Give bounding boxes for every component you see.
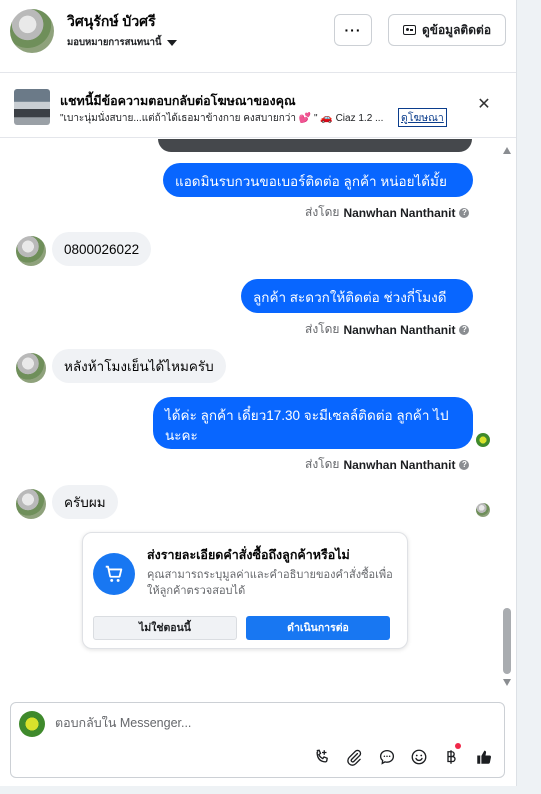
ad-banner-title: แชทนี้มีข้อความตอบกลับต่อโฆษณาของคุณ bbox=[60, 94, 296, 108]
info-icon[interactable]: ? bbox=[459, 459, 470, 470]
saved-reply-icon[interactable] bbox=[377, 747, 397, 767]
caret-down-icon bbox=[166, 39, 177, 46]
sender-name: Nanwhan Nanthanit bbox=[343, 205, 456, 220]
ad-thumbnail bbox=[14, 89, 50, 125]
right-side-pane bbox=[516, 0, 541, 794]
sent-by-prefix: ส่งโดย bbox=[305, 322, 340, 336]
notification-dot bbox=[455, 743, 461, 749]
shared-image-message[interactable] bbox=[158, 139, 472, 152]
ad-banner-snippet: "เบาะนุ่มนั่งสบาย...แต่ถ้าได้เธอมาข้างกา… bbox=[60, 113, 384, 124]
sent-by-prefix: ส่งโดย bbox=[305, 205, 340, 219]
more-options-button[interactable]: ··· bbox=[334, 14, 372, 46]
more-icon: ··· bbox=[344, 22, 362, 38]
contact-avatar[interactable] bbox=[10, 9, 54, 53]
view-contact-info-button[interactable]: ดูข้อมูลติดต่อ bbox=[388, 14, 506, 46]
reply-input[interactable] bbox=[55, 716, 475, 730]
close-icon: ✕ bbox=[477, 96, 491, 113]
message-composer bbox=[10, 702, 505, 778]
bottom-edge bbox=[0, 786, 541, 794]
scrollbar-thumb[interactable] bbox=[503, 608, 511, 674]
contact-name[interactable]: วิศนุรักษ์ บัวศรี bbox=[67, 11, 156, 33]
call-icon[interactable] bbox=[312, 747, 332, 767]
cart-icon bbox=[93, 553, 135, 595]
contact-avatar-small bbox=[16, 353, 46, 383]
contact-card-icon bbox=[402, 25, 416, 35]
like-icon[interactable] bbox=[474, 747, 494, 767]
view-contact-info-label: ดูข้อมูลติดต่อ bbox=[421, 22, 492, 37]
assign-label: มอบหมายการสนทนานี้ bbox=[67, 37, 162, 48]
not-now-button[interactable]: ไม่ใช่ตอนนี้ bbox=[93, 616, 237, 640]
emoji-icon[interactable] bbox=[409, 747, 429, 767]
scroll-up-arrow[interactable] bbox=[503, 147, 511, 154]
contact-seen-avatar bbox=[476, 503, 490, 517]
view-ad-link[interactable]: ดูโฆษณา bbox=[398, 108, 447, 127]
baht-payment-icon[interactable] bbox=[441, 743, 461, 767]
attachment-icon[interactable] bbox=[344, 747, 364, 767]
scroll-down-arrow[interactable] bbox=[503, 679, 511, 686]
incoming-message[interactable]: หลังห้าโมงเย็นได้ไหมครับ bbox=[52, 349, 226, 383]
incoming-message[interactable]: ครับผม bbox=[52, 485, 118, 519]
sender-name: Nanwhan Nanthanit bbox=[343, 457, 456, 472]
page-avatar bbox=[19, 711, 45, 737]
close-banner-button[interactable]: ✕ bbox=[475, 96, 493, 114]
contact-avatar-small bbox=[16, 489, 46, 519]
outgoing-message[interactable]: แอดมินรบกวนขอเบอร์ติดต่อ ลูกค้า หน่อยได้… bbox=[163, 163, 473, 209]
sent-by-prefix: ส่งโดย bbox=[305, 457, 340, 471]
outgoing-message[interactable]: ลูกค้า สะดวกให้ติดต่อ ช่วงกี่โมงดีคะ bbox=[241, 279, 473, 325]
info-icon[interactable]: ? bbox=[459, 324, 470, 335]
conversation-header: วิศนุรักษ์ บัวศรี มอบหมายการสนทนานี้ ···… bbox=[0, 0, 516, 64]
sender-name: Nanwhan Nanthanit bbox=[343, 322, 456, 337]
sent-by-label: ส่งโดย Nanwhan Nanthanit ? bbox=[305, 455, 470, 474]
order-details-prompt: ส่งรายละเอียดคำสั่งซื้อถึงลูกค้าหรือไม่ … bbox=[82, 532, 408, 649]
seen-avatar bbox=[476, 433, 490, 447]
order-prompt-title: ส่งรายละเอียดคำสั่งซื้อถึงลูกค้าหรือไม่ bbox=[147, 548, 350, 562]
continue-button[interactable]: ดำเนินการต่อ bbox=[246, 616, 390, 640]
incoming-message[interactable]: 0800026022 bbox=[52, 232, 152, 266]
order-prompt-description: คุณสามารถระบุมูลค่าและคำอธิบายของคำสั่งซ… bbox=[147, 569, 393, 597]
conversation-panel: วิศนุรักษ์ บัวศรี มอบหมายการสนทนานี้ ···… bbox=[0, 0, 516, 794]
contact-avatar-small bbox=[16, 236, 46, 266]
sent-by-label: ส่งโดย Nanwhan Nanthanit ? bbox=[305, 203, 470, 222]
sent-by-label: ส่งโดย Nanwhan Nanthanit ? bbox=[305, 320, 470, 339]
assign-conversation-dropdown[interactable]: มอบหมายการสนทนานี้ bbox=[67, 35, 177, 50]
info-icon[interactable]: ? bbox=[459, 207, 470, 218]
ad-reply-banner: แชทนี้มีข้อความตอบกลับต่อโฆษณาของคุณ "เบ… bbox=[0, 72, 516, 138]
outgoing-message[interactable]: ได้ค่ะ ลูกค้า เดี๋ยว17.30 จะมีเซลล์ติดต่… bbox=[153, 397, 473, 449]
